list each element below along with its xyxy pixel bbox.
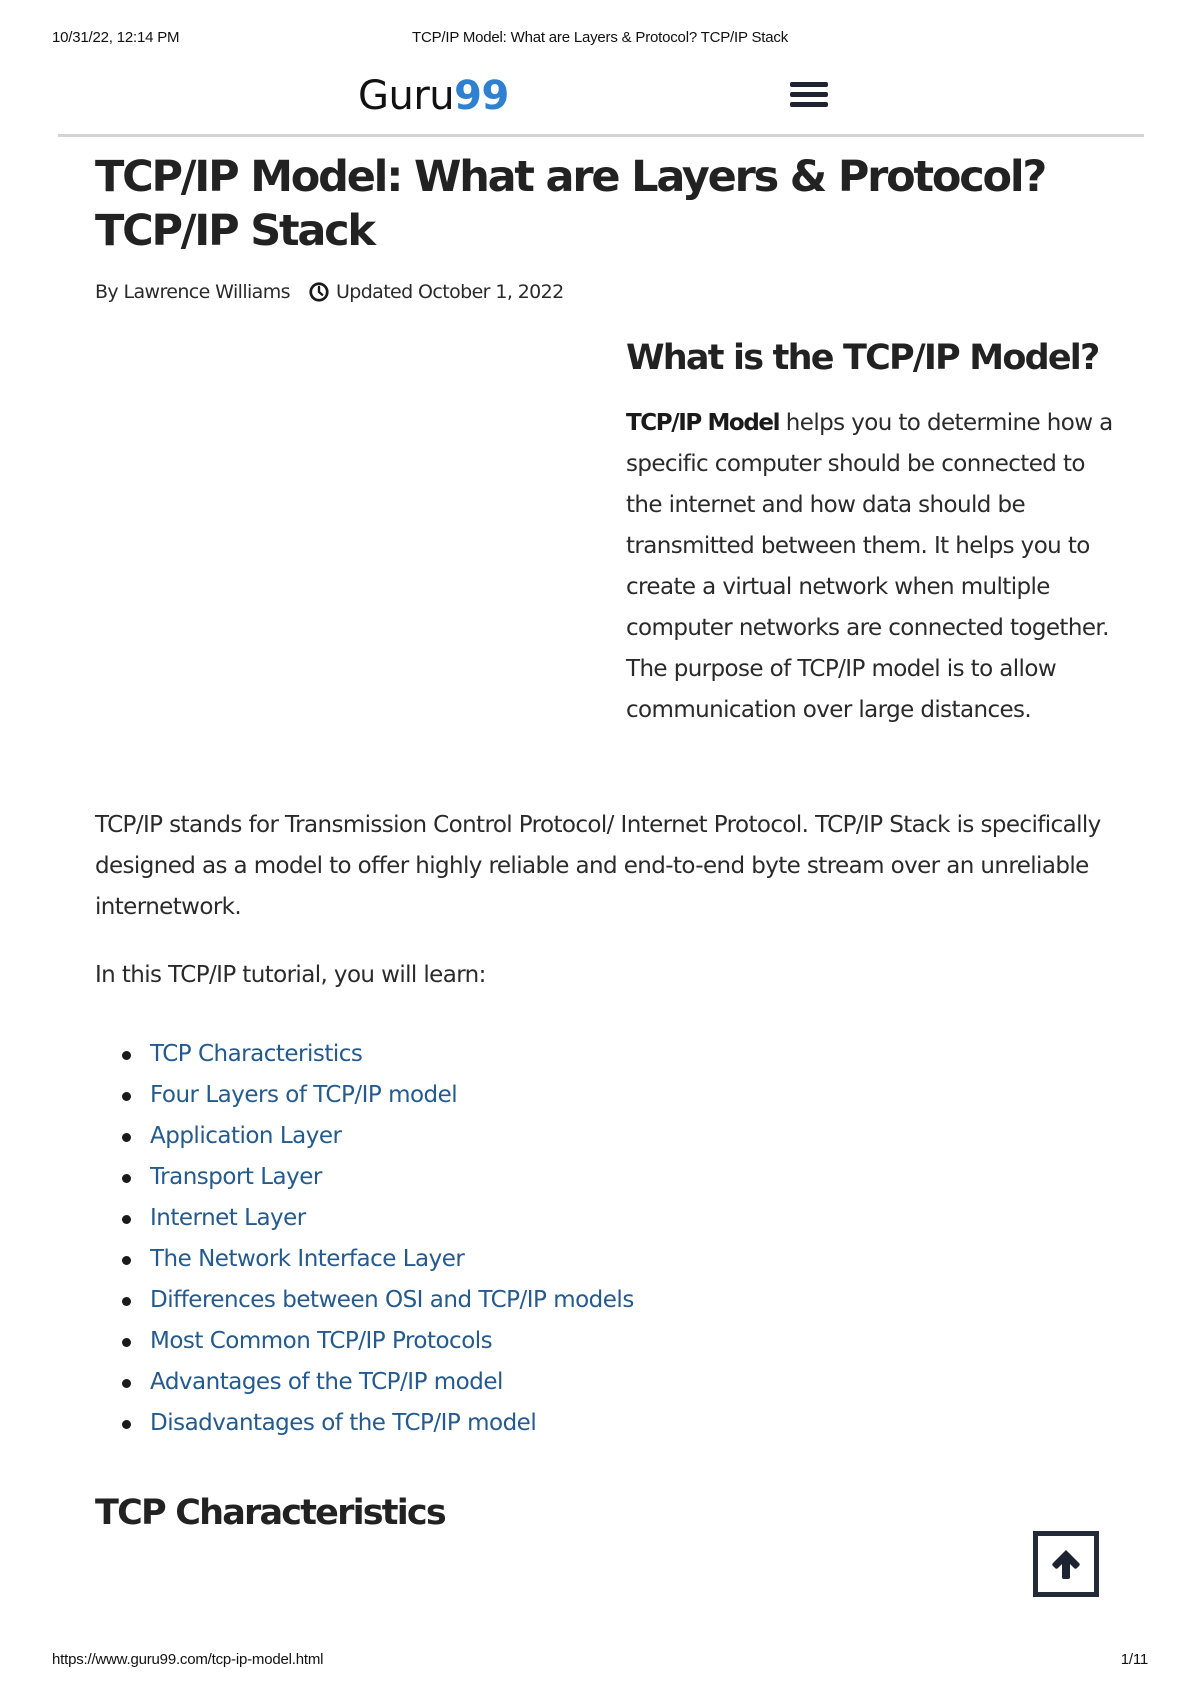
toc-item: Application Layer (95, 1116, 634, 1157)
bullet-icon (122, 1215, 131, 1224)
tcp-characteristics-heading: TCP Characteristics (95, 1493, 447, 1533)
toc-link-transport-layer[interactable]: Transport Layer (150, 1164, 322, 1190)
print-url: https://www.guru99.com/tcp-ip-model.html (52, 1651, 324, 1668)
back-to-top-button[interactable] (1033, 1531, 1099, 1597)
toc-link-application-layer[interactable]: Application Layer (150, 1123, 342, 1149)
bullet-icon (122, 1256, 131, 1265)
toc-item: Four Layers of TCP/IP model (95, 1075, 634, 1116)
toc-link-osi-differences[interactable]: Differences between OSI and TCP/IP model… (150, 1287, 634, 1313)
what-is-heading: What is the TCP/IP Model? (626, 338, 1100, 378)
bullet-icon (122, 1420, 131, 1429)
toc-item: Advantages of the TCP/IP model (95, 1362, 634, 1403)
byline: By Lawrence Williams Updated October 1, … (95, 280, 564, 304)
toc-link-network-interface-layer[interactable]: The Network Interface Layer (150, 1246, 465, 1272)
what-is-text: helps you to determine how a specific co… (626, 410, 1113, 723)
bullet-icon (122, 1051, 131, 1060)
toc-list: TCP Characteristics Four Layers of TCP/I… (95, 1034, 634, 1444)
toc-item: TCP Characteristics (95, 1034, 634, 1075)
toc-link-internet-layer[interactable]: Internet Layer (150, 1205, 306, 1231)
learn-intro: In this TCP/IP tutorial, you will learn: (95, 962, 486, 988)
intro-paragraph: TCP/IP stands for Transmission Control P… (95, 812, 1101, 920)
bullet-icon (122, 1379, 131, 1388)
toc-link-disadvantages[interactable]: Disadvantages of the TCP/IP model (150, 1410, 537, 1436)
article-title: TCP/IP Model: What are Layers & Protocol… (95, 152, 1047, 256)
toc-item: Internet Layer (95, 1198, 634, 1239)
bullet-icon (122, 1133, 131, 1142)
print-page-number: 1/11 (1120, 1651, 1148, 1668)
bullet-icon (122, 1297, 131, 1306)
clock-icon (309, 282, 329, 302)
what-is-section: What is the TCP/IP Model? TCP/IP Model h… (626, 335, 1116, 731)
bullet-icon (122, 1174, 131, 1183)
toc-link-common-protocols[interactable]: Most Common TCP/IP Protocols (150, 1328, 493, 1354)
toc-item: Transport Layer (95, 1157, 634, 1198)
toc-item: Differences between OSI and TCP/IP model… (95, 1280, 634, 1321)
toc-link-four-layers[interactable]: Four Layers of TCP/IP model (150, 1082, 458, 1108)
hamburger-menu-icon[interactable] (790, 80, 828, 110)
logo-number: 99 (454, 73, 509, 119)
toc-link-advantages[interactable]: Advantages of the TCP/IP model (150, 1369, 503, 1395)
hamburger-bar (790, 92, 828, 97)
toc-item: Disadvantages of the TCP/IP model (95, 1403, 634, 1444)
what-is-paragraph: TCP/IP Model helps you to determine how … (626, 403, 1116, 731)
hamburger-bar (790, 102, 828, 107)
print-page-title: TCP/IP Model: What are Layers & Protocol… (411, 29, 789, 46)
guru99-logo[interactable]: Guru99 (358, 72, 509, 120)
toc-item: The Network Interface Layer (95, 1239, 634, 1280)
site-header: Guru99 (58, 62, 1144, 137)
arrow-up-icon (1052, 1550, 1080, 1579)
what-is-bold-term: TCP/IP Model (626, 410, 780, 436)
updated-date: Updated October 1, 2022 (335, 281, 564, 303)
bullet-icon (122, 1092, 131, 1101)
bullet-icon (122, 1338, 131, 1347)
toc-item: Most Common TCP/IP Protocols (95, 1321, 634, 1362)
hamburger-bar (790, 82, 828, 87)
toc-link-tcp-characteristics[interactable]: TCP Characteristics (150, 1041, 363, 1067)
author-link[interactable]: By Lawrence Williams (95, 280, 291, 304)
logo-text: Guru (358, 73, 455, 119)
